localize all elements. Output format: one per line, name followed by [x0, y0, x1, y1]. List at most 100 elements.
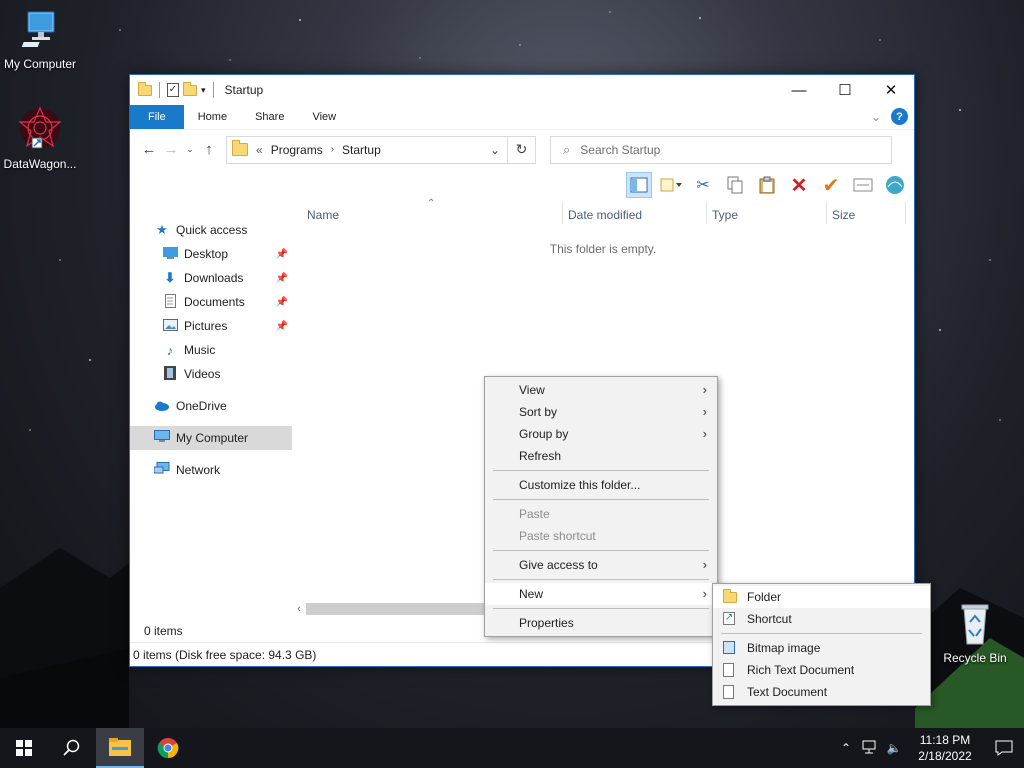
tab-home[interactable]: Home: [184, 105, 241, 129]
breadcrumb-programs[interactable]: Programs: [271, 143, 323, 157]
desktop-icon-datawagon[interactable]: DataWagon...: [0, 104, 80, 171]
pictures-icon: [162, 318, 178, 334]
search-button[interactable]: [48, 728, 96, 768]
sort-caret-icon: ⌃: [427, 198, 436, 209]
menu-divider: [493, 499, 709, 500]
help-icon[interactable]: ?: [891, 108, 908, 125]
column-type[interactable]: Type: [712, 208, 738, 222]
submenu-item-bitmap-image[interactable]: Bitmap image: [713, 637, 930, 659]
cut-icon[interactable]: ✂: [690, 172, 716, 198]
desktop-icon-my-computer[interactable]: My Computer: [0, 8, 80, 71]
taskbar-chrome[interactable]: [144, 728, 192, 768]
folder-icon: [723, 589, 737, 604]
empty-folder-message: This folder is empty.: [549, 242, 657, 256]
properties-toolbar-icon[interactable]: [850, 172, 876, 198]
network-icon: [153, 462, 170, 478]
pin-icon[interactable]: 📌: [276, 249, 288, 260]
tab-file[interactable]: File: [130, 105, 184, 129]
desktop-icon-label: Recycle Bin: [943, 651, 1007, 665]
scroll-left-icon[interactable]: ‹: [292, 603, 306, 615]
nav-videos[interactable]: Videos: [130, 362, 292, 386]
tab-share[interactable]: Share: [241, 105, 298, 129]
title-bar[interactable]: ✓ ▾ Startup — ☐ ✕: [130, 75, 914, 105]
menu-item-view[interactable]: View ›: [485, 379, 717, 401]
new-folder-icon[interactable]: [183, 81, 197, 96]
column-size[interactable]: Size: [832, 208, 855, 222]
taskbar-file-explorer[interactable]: [96, 728, 144, 768]
minimize-button[interactable]: —: [776, 75, 822, 105]
delete-icon[interactable]: ✕: [786, 172, 812, 198]
nav-desktop[interactable]: Desktop 📌: [130, 242, 292, 266]
shell-icon[interactable]: [882, 172, 908, 198]
folder-icon: [232, 140, 248, 156]
nav-documents[interactable]: Documents 📌: [130, 290, 292, 314]
nav-label: Pictures: [184, 319, 228, 333]
nav-label: Documents: [184, 295, 245, 309]
clock[interactable]: 11:18 PM 2/18/2022: [906, 732, 984, 764]
tab-view[interactable]: View: [298, 105, 350, 129]
menu-item-properties[interactable]: Properties: [485, 612, 717, 634]
close-button[interactable]: ✕: [868, 75, 914, 105]
window-title: Startup: [224, 83, 264, 97]
menu-item-refresh[interactable]: Refresh: [485, 445, 717, 467]
expand-ribbon-chevron-icon[interactable]: ⌄: [871, 110, 881, 124]
column-name[interactable]: Name: [307, 208, 339, 222]
nav-downloads[interactable]: ⬇ Downloads 📌: [130, 266, 292, 290]
nav-my-computer[interactable]: My Computer: [130, 426, 292, 450]
layout-dropdown-icon[interactable]: [658, 172, 684, 198]
breadcrumb-separator-icon[interactable]: ›: [331, 144, 334, 155]
submenu-item-text-document[interactable]: Text Document: [713, 681, 930, 703]
nav-label: Network: [176, 463, 221, 477]
download-arrow-icon: ⬇: [164, 270, 176, 285]
refresh-button[interactable]: ↻: [508, 135, 536, 164]
breadcrumb-startup[interactable]: Startup: [342, 143, 381, 157]
breadcrumb-overflow[interactable]: «: [256, 143, 263, 157]
nav-label: My Computer: [176, 431, 249, 445]
nav-pictures[interactable]: Pictures 📌: [130, 314, 292, 338]
paste-icon[interactable]: [754, 172, 780, 198]
pin-icon[interactable]: 📌: [276, 273, 288, 284]
menu-item-sort-by[interactable]: Sort by ›: [485, 401, 717, 423]
volume-icon[interactable]: 🔈: [882, 741, 906, 755]
copy-icon[interactable]: [722, 172, 748, 198]
menu-divider: [493, 608, 709, 609]
shortcut-icon: ↗: [723, 612, 735, 625]
up-button[interactable]: ↑: [198, 141, 220, 158]
pin-icon[interactable]: 📌: [276, 297, 288, 308]
recent-locations-dropdown[interactable]: ⌄: [182, 144, 198, 155]
menu-item-paste-shortcut: Paste shortcut: [519, 529, 596, 543]
nav-onedrive[interactable]: OneDrive: [130, 394, 292, 418]
menu-divider: [493, 579, 709, 580]
forward-button[interactable]: →: [160, 141, 182, 158]
recycle-bin-icon: [961, 604, 989, 645]
menu-item-give-access-to[interactable]: Give access to ›: [485, 554, 717, 576]
nav-quick-access[interactable]: ★ Quick access: [130, 218, 292, 242]
desktop-icon-recycle-bin[interactable]: Recycle Bin: [935, 602, 1015, 665]
menu-item-customize-folder[interactable]: Customize this folder...: [485, 474, 717, 496]
navigation-pane-toggle-icon[interactable]: [626, 172, 652, 198]
submenu-item-shortcut[interactable]: ↗ Shortcut: [713, 608, 930, 630]
nav-network[interactable]: Network: [130, 458, 292, 482]
show-hidden-icons-chevron-icon[interactable]: ⌃: [834, 741, 858, 755]
nav-label: OneDrive: [176, 399, 227, 413]
properties-icon[interactable]: ✓: [167, 83, 179, 97]
back-button[interactable]: ←: [138, 141, 160, 158]
maximize-button[interactable]: ☐: [822, 75, 868, 105]
address-dropdown-chevron-icon[interactable]: ⌄: [483, 143, 507, 157]
submenu-item-folder[interactable]: Folder: [713, 586, 930, 608]
taskbar: ⌃ 🔈 11:18 PM 2/18/2022: [0, 728, 1024, 768]
search-input[interactable]: ⌕ Search Startup: [550, 135, 892, 164]
start-button[interactable]: [0, 728, 48, 768]
address-bar[interactable]: « Programs › Startup ⌄: [226, 135, 508, 164]
action-center-button[interactable]: [984, 740, 1024, 756]
pin-icon[interactable]: 📌: [276, 321, 288, 332]
submenu-item-rich-text-document[interactable]: Rich Text Document: [713, 659, 930, 681]
network-status-icon[interactable]: [858, 740, 882, 757]
column-date-modified[interactable]: Date modified: [568, 208, 642, 222]
customize-qat-dropdown-icon[interactable]: ▾: [201, 85, 206, 96]
rename-check-icon[interactable]: ✔: [818, 172, 844, 198]
chevron-right-icon: ›: [702, 404, 707, 419]
menu-item-new[interactable]: New ›: [485, 583, 717, 605]
menu-item-group-by[interactable]: Group by ›: [485, 423, 717, 445]
nav-music[interactable]: ♪ Music: [130, 338, 292, 362]
